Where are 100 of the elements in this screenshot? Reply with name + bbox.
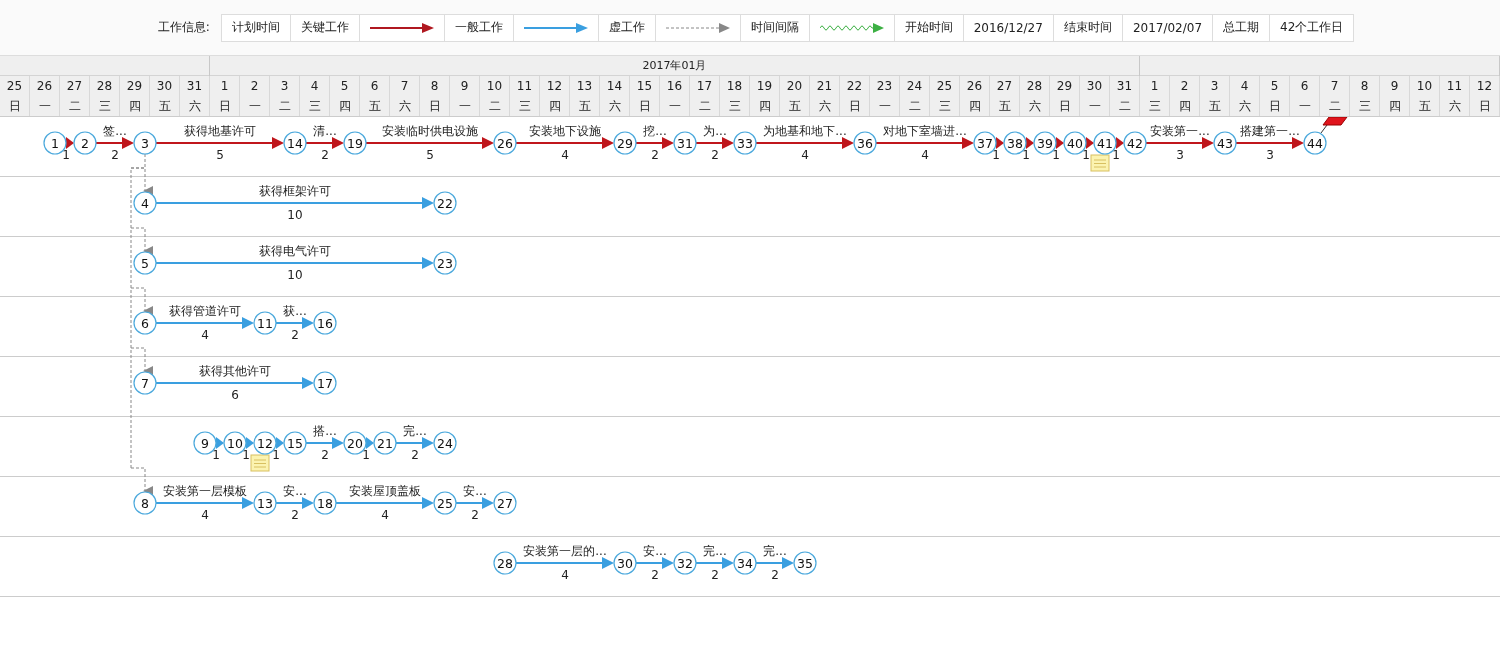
event-node[interactable]: 14 <box>283 131 307 155</box>
event-node[interactable]: 18 <box>313 491 337 515</box>
task-name: 为... <box>703 124 727 138</box>
event-node[interactable]: 30 <box>613 551 637 575</box>
critical-task-arrow[interactable] <box>1086 137 1094 149</box>
task-arrow[interactable] <box>155 497 254 509</box>
task-name: 安... <box>463 484 487 498</box>
day-number: 19 <box>756 78 773 95</box>
day-number: 24 <box>906 78 923 95</box>
task-name: 获... <box>283 304 307 318</box>
event-node[interactable]: 43 <box>1213 131 1237 155</box>
event-node[interactable]: 34 <box>733 551 757 575</box>
legend-label: 关键工作 <box>289 13 360 42</box>
task-arrow[interactable] <box>635 557 674 569</box>
task-duration: 2 <box>111 148 119 162</box>
event-node[interactable]: 24 <box>433 431 457 455</box>
event-node[interactable]: 21 <box>373 431 397 455</box>
critical-task-arrow[interactable] <box>695 137 734 149</box>
weekday-label: 二 <box>1118 98 1131 115</box>
weekday-label: 四 <box>548 98 561 115</box>
task-duration: 2 <box>291 508 299 522</box>
task-name: 安... <box>283 484 307 498</box>
event-node[interactable]: 16 <box>313 311 337 335</box>
critical-task-arrow[interactable] <box>305 137 344 149</box>
event-node[interactable]: 36 <box>853 131 877 155</box>
event-node[interactable]: 3 <box>133 131 157 155</box>
weekday-label: 四 <box>128 98 141 115</box>
day-number: 1 <box>1150 78 1159 95</box>
event-node[interactable]: 32 <box>673 551 697 575</box>
task-name: 安装第一层模板 <box>163 484 247 498</box>
task-name: 获得其他许可 <box>199 364 271 378</box>
event-node[interactable]: 31 <box>673 131 697 155</box>
critical-task-arrow[interactable] <box>755 137 854 149</box>
weekday-label: 二 <box>1328 98 1341 115</box>
day-number: 3 <box>1210 78 1219 95</box>
task-arrow[interactable] <box>246 437 254 449</box>
event-node[interactable]: 28 <box>493 551 517 575</box>
critical-task-arrow[interactable] <box>66 137 74 149</box>
event-node[interactable]: 7 <box>133 371 157 395</box>
event-node[interactable]: 23 <box>433 251 457 275</box>
task-arrow[interactable] <box>305 437 344 449</box>
critical-task-arrow[interactable] <box>1026 137 1034 149</box>
task-name: 搭... <box>313 424 337 438</box>
day-number: 16 <box>666 78 683 95</box>
task-arrow[interactable] <box>515 557 614 569</box>
critical-task-arrow[interactable] <box>1056 137 1064 149</box>
event-node[interactable]: 15 <box>283 431 307 455</box>
weekday-label: 二 <box>488 98 501 115</box>
event-node[interactable]: 29 <box>613 131 637 155</box>
critical-task-arrow[interactable] <box>635 137 674 149</box>
weekday-label: 五 <box>998 98 1011 115</box>
task-arrow[interactable] <box>455 497 494 509</box>
task-arrow[interactable] <box>155 257 434 269</box>
task-arrow[interactable] <box>395 437 434 449</box>
legend-label: 2017/02/07 <box>1121 13 1214 42</box>
task-duration: 4 <box>201 328 209 342</box>
critical-task-arrow[interactable] <box>515 137 614 149</box>
event-node[interactable]: 6 <box>133 311 157 335</box>
event-node[interactable]: 2 <box>73 131 97 155</box>
event-node[interactable]: 26 <box>493 131 517 155</box>
task-arrow[interactable] <box>755 557 794 569</box>
task-arrow[interactable] <box>695 557 734 569</box>
weekday-label: 一 <box>878 98 891 115</box>
day-number: 14 <box>606 78 623 95</box>
event-node[interactable]: 25 <box>433 491 457 515</box>
event-node[interactable]: 19 <box>343 131 367 155</box>
event-node[interactable]: 17 <box>313 371 337 395</box>
weekday-label: 日 <box>848 98 861 115</box>
critical-task-arrow[interactable] <box>1235 137 1304 149</box>
task-arrow[interactable] <box>276 437 284 449</box>
event-node[interactable]: 33 <box>733 131 757 155</box>
task-arrow[interactable] <box>335 497 434 509</box>
critical-task-arrow[interactable] <box>875 137 974 149</box>
critical-task-arrow[interactable] <box>155 137 284 149</box>
task-arrow[interactable] <box>216 437 224 449</box>
task-name: 安... <box>643 544 667 558</box>
critical-task-arrow[interactable] <box>1145 137 1214 149</box>
event-node[interactable]: 35 <box>793 551 817 575</box>
critical-task-arrow[interactable] <box>95 137 134 149</box>
event-node[interactable]: 27 <box>493 491 517 515</box>
task-arrow[interactable] <box>155 317 254 329</box>
event-node[interactable]: 4 <box>133 191 157 215</box>
event-node[interactable]: 11 <box>253 311 277 335</box>
task-arrow[interactable] <box>366 437 374 449</box>
event-node[interactable]: 8 <box>133 491 157 515</box>
task-arrow[interactable] <box>275 317 314 329</box>
critical-task-arrow[interactable] <box>1116 137 1124 149</box>
day-number: 8 <box>430 78 439 95</box>
day-number: 7 <box>400 78 409 95</box>
critical-task-arrow[interactable] <box>996 137 1004 149</box>
event-node[interactable]: 5 <box>133 251 157 275</box>
event-node[interactable]: 22 <box>433 191 457 215</box>
event-node[interactable]: 44 <box>1303 131 1327 155</box>
day-number: 10 <box>1416 78 1433 95</box>
critical-task-arrow[interactable] <box>365 137 494 149</box>
task-arrow[interactable] <box>275 497 314 509</box>
event-node[interactable]: 13 <box>253 491 277 515</box>
task-arrow[interactable] <box>155 377 314 389</box>
event-node[interactable]: 42 <box>1123 131 1147 155</box>
task-arrow[interactable] <box>155 197 434 209</box>
